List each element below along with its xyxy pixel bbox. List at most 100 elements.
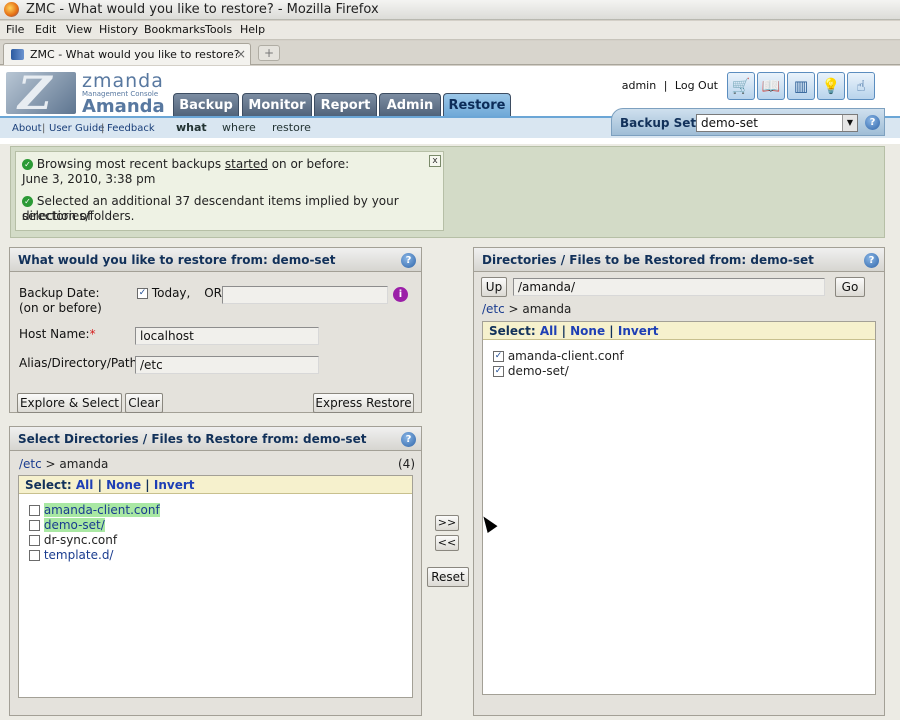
cart-icon[interactable]: 🛒 bbox=[727, 72, 755, 100]
up-button[interactable]: Up bbox=[481, 277, 507, 297]
go-button[interactable]: Go bbox=[835, 277, 865, 297]
reset-button[interactable]: Reset bbox=[427, 567, 469, 587]
selection-bar: Select: All | None | Invert bbox=[19, 476, 412, 494]
remove-from-restore-button[interactable]: << bbox=[435, 535, 459, 551]
tab-report[interactable]: Report bbox=[314, 93, 377, 117]
explore-select-button[interactable]: Explore & Select bbox=[17, 393, 122, 413]
new-tab-button[interactable]: + bbox=[258, 45, 280, 61]
menu-edit[interactable]: Edit bbox=[35, 23, 56, 36]
host-name-label: Host Name: bbox=[19, 327, 90, 341]
window-title: ZMC - What would you like to restore? - … bbox=[26, 2, 379, 17]
menu-bar: File Edit View History Bookmarks Tools H… bbox=[0, 21, 900, 40]
browser-tab-label: ZMC - What would you like to restore? bbox=[30, 48, 240, 61]
book-icon[interactable]: 📖 bbox=[757, 72, 785, 100]
today-label: Today, bbox=[151, 286, 191, 300]
select-none-link[interactable]: None bbox=[106, 478, 141, 492]
message-date: June 3, 2010, 3:38 pm bbox=[22, 172, 156, 186]
menu-bookmarks[interactable]: Bookmarks bbox=[144, 23, 205, 36]
list-item[interactable]: amanda-client.conf bbox=[29, 503, 160, 517]
close-tab-icon[interactable]: × bbox=[236, 47, 246, 61]
user-guide-link[interactable]: User Guide bbox=[49, 123, 104, 134]
item-checkbox[interactable]: ✓ bbox=[493, 351, 504, 362]
panel-title: Directories / Files to be Restored from:… bbox=[474, 248, 884, 272]
logout-link[interactable]: Log Out bbox=[675, 79, 718, 92]
item-count: (4) bbox=[398, 457, 415, 471]
started-link[interactable]: started bbox=[225, 157, 268, 171]
today-checkbox[interactable]: ✓ bbox=[137, 288, 148, 299]
breadcrumb: /etc > amanda bbox=[19, 457, 109, 471]
subtab-restore[interactable]: restore bbox=[272, 121, 311, 134]
path-label: Alias/Directory/Path: bbox=[19, 356, 142, 370]
breadcrumb: /etc > amanda bbox=[482, 302, 572, 316]
restore-file-list: Select: All | None | Invert ✓ amanda-cli… bbox=[482, 321, 876, 695]
help-icon[interactable]: ? bbox=[401, 432, 416, 447]
menu-tools[interactable]: Tools bbox=[205, 23, 232, 36]
browser-tab[interactable]: ZMC - What would you like to restore? × bbox=[3, 43, 251, 65]
help-icon[interactable]: ? bbox=[401, 253, 416, 268]
tab-admin[interactable]: Admin bbox=[379, 93, 441, 117]
username: admin bbox=[621, 79, 657, 92]
select-directories-panel: Select Directories / Files to Restore fr… bbox=[9, 426, 422, 716]
zmanda-logo: Z zmanda Management Console Amanda bbox=[6, 66, 172, 120]
browser-tab-strip: ZMC - What would you like to restore? × … bbox=[0, 41, 900, 65]
path-input[interactable]: /etc bbox=[135, 356, 319, 374]
hand-pointer-icon[interactable]: ☝ bbox=[847, 72, 875, 100]
express-restore-button[interactable]: Express Restore bbox=[313, 393, 414, 413]
host-name-input[interactable]: localhost bbox=[135, 327, 319, 345]
subtab-what[interactable]: what bbox=[176, 121, 207, 134]
message-box: ✓ Browsing most recent backups started o… bbox=[15, 151, 444, 231]
item-checkbox[interactable] bbox=[29, 505, 40, 516]
select-invert-link[interactable]: Invert bbox=[154, 478, 195, 492]
tab-backup[interactable]: Backup bbox=[173, 93, 239, 117]
help-icon[interactable]: ? bbox=[864, 253, 879, 268]
check-circle-icon: ✓ bbox=[22, 196, 33, 207]
backup-set-select[interactable]: demo-set ▼ bbox=[696, 114, 858, 132]
restored-files-panel: Directories / Files to be Restored from:… bbox=[473, 247, 885, 716]
close-icon[interactable]: x bbox=[429, 155, 441, 167]
add-to-restore-button[interactable]: >> bbox=[435, 515, 459, 531]
select-all-link[interactable]: All bbox=[76, 478, 94, 492]
item-checkbox[interactable] bbox=[29, 520, 40, 531]
help-icon[interactable]: ? bbox=[865, 115, 880, 130]
select-all-link[interactable]: All bbox=[540, 324, 558, 338]
restore-from-panel: What would you like to restore from: dem… bbox=[9, 247, 422, 413]
feedback-link[interactable]: Feedback bbox=[107, 123, 155, 134]
clear-button[interactable]: Clear bbox=[125, 393, 163, 413]
backup-date-label: Backup Date: bbox=[19, 286, 100, 300]
item-checkbox[interactable] bbox=[29, 550, 40, 561]
panel-title: Select Directories / Files to Restore fr… bbox=[10, 427, 421, 451]
app-header: Z zmanda Management Console Amanda Backu… bbox=[0, 66, 900, 144]
breadcrumb-link[interactable]: /etc bbox=[19, 457, 42, 471]
panel-title: What would you like to restore from: dem… bbox=[10, 248, 421, 272]
restore-path-input[interactable]: /amanda/ bbox=[513, 278, 825, 296]
about-link[interactable]: About bbox=[12, 123, 42, 134]
list-item[interactable]: dr-sync.conf bbox=[29, 533, 117, 547]
message-panel: ✓ Browsing most recent backups started o… bbox=[10, 146, 885, 238]
list-item[interactable]: demo-set/ bbox=[29, 518, 105, 532]
backup-date-input[interactable] bbox=[222, 286, 388, 304]
backup-date-sublabel: (on or before) bbox=[19, 301, 102, 315]
item-checkbox[interactable]: ✓ bbox=[493, 366, 504, 377]
tab-restore[interactable]: Restore bbox=[443, 93, 511, 118]
window-titlebar: ZMC - What would you like to restore? - … bbox=[0, 0, 900, 20]
subtab-where[interactable]: where bbox=[222, 121, 256, 134]
menu-history[interactable]: History bbox=[99, 23, 138, 36]
map-icon[interactable]: ▥ bbox=[787, 72, 815, 100]
menu-help[interactable]: Help bbox=[240, 23, 265, 36]
list-item[interactable]: ✓ amanda-client.conf bbox=[493, 349, 624, 363]
select-invert-link[interactable]: Invert bbox=[618, 324, 659, 338]
select-none-link[interactable]: None bbox=[570, 324, 605, 338]
selection-bar: Select: All | None | Invert bbox=[483, 322, 875, 340]
list-item[interactable]: ✓ demo-set/ bbox=[493, 364, 569, 378]
source-file-list: Select: All | None | Invert amanda-clien… bbox=[18, 475, 413, 698]
menu-file[interactable]: File bbox=[6, 23, 24, 36]
breadcrumb-link[interactable]: /etc bbox=[482, 302, 505, 316]
backup-set-bar: Backup Set: demo-set ▼ ? bbox=[611, 108, 885, 136]
lightbulb-icon[interactable]: 💡 bbox=[817, 72, 845, 100]
list-item[interactable]: template.d/ bbox=[29, 548, 113, 562]
item-checkbox[interactable] bbox=[29, 535, 40, 546]
chevron-down-icon: ▼ bbox=[842, 115, 857, 131]
menu-view[interactable]: View bbox=[66, 23, 92, 36]
info-icon[interactable]: i bbox=[393, 287, 408, 302]
tab-monitor[interactable]: Monitor bbox=[242, 93, 312, 117]
